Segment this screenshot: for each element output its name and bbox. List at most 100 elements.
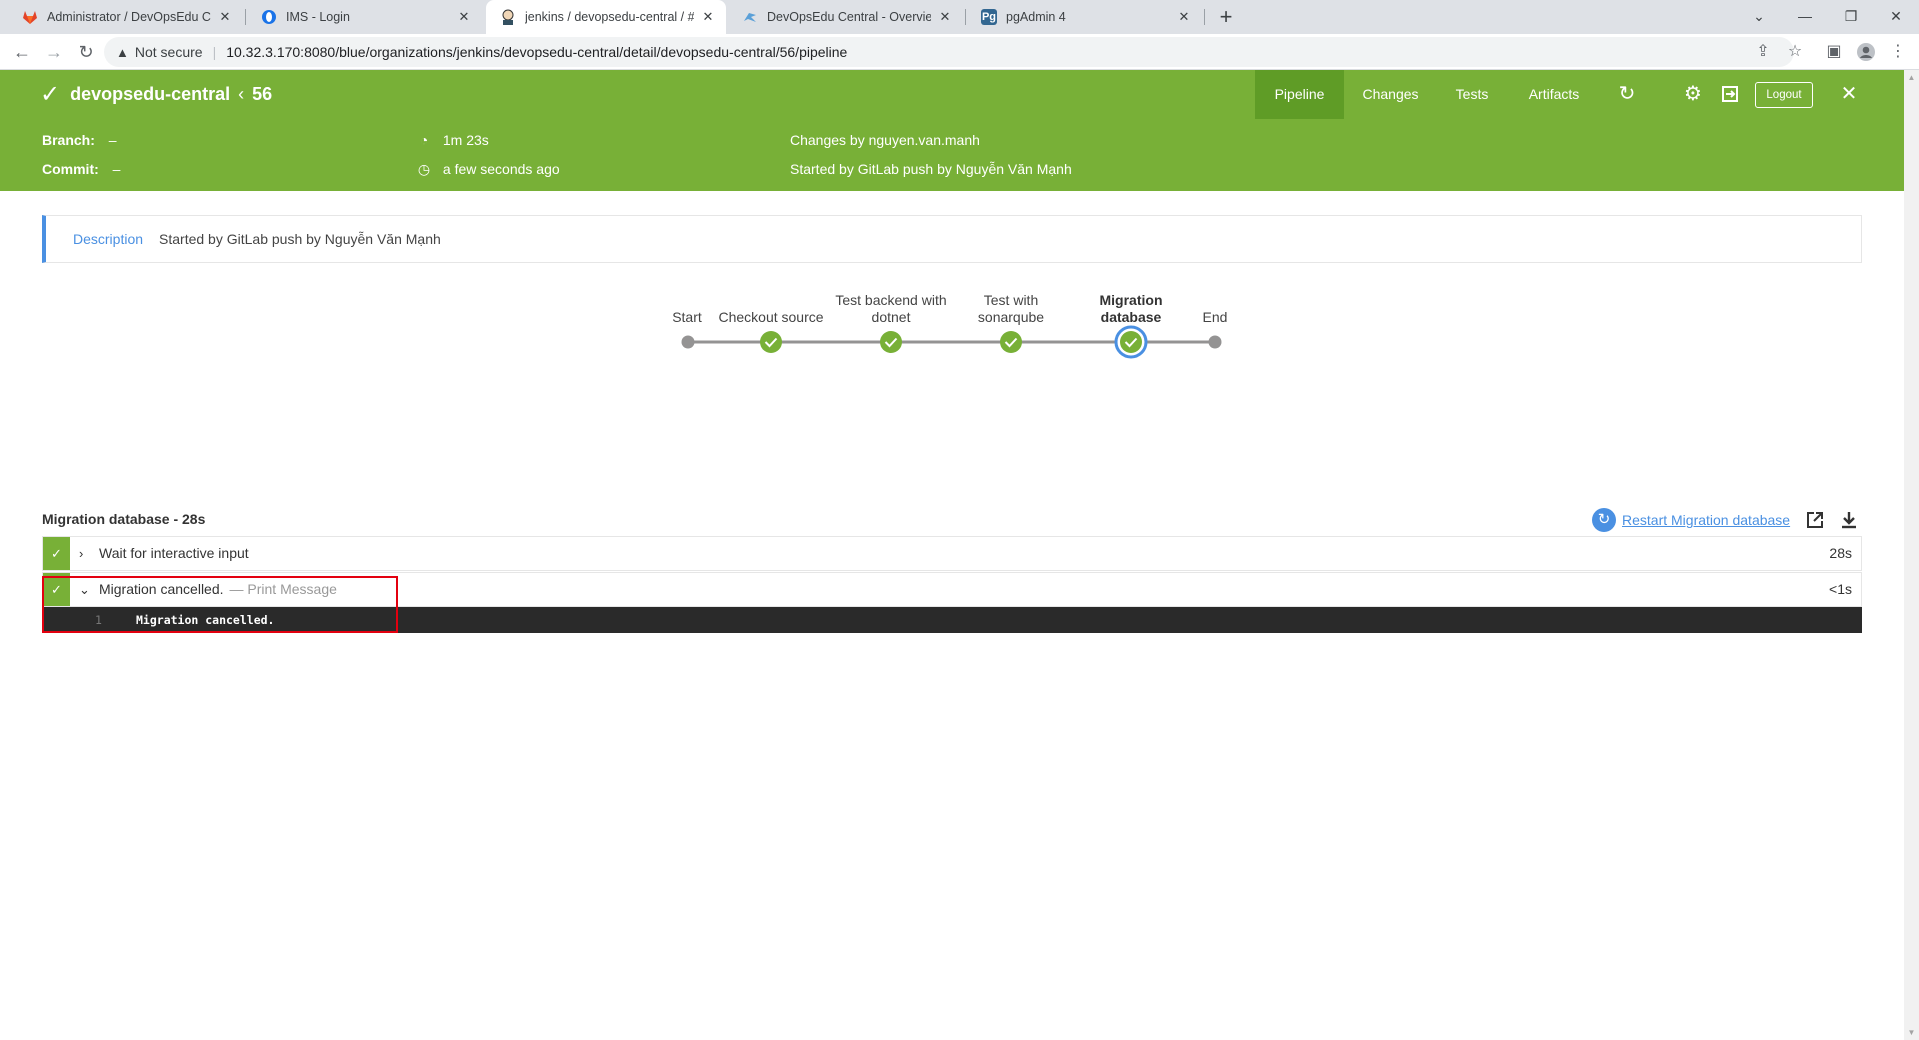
side-panel-icon[interactable]: ▣ (1820, 38, 1848, 66)
restore-icon[interactable]: ❐ (1828, 0, 1874, 34)
window-close-icon[interactable]: ✕ (1873, 0, 1919, 34)
commit-row: Commit: – (42, 161, 120, 177)
chevron-down-icon[interactable]: ⌄ (79, 573, 90, 606)
log-line-number[interactable]: 1 (95, 607, 102, 633)
share-icon[interactable]: ⇪ (1749, 38, 1777, 66)
started-row: ◷ a few seconds ago (417, 161, 560, 178)
steps-title: Migration database - 28s (42, 511, 206, 527)
stage-node-checkout[interactable] (760, 331, 782, 353)
scroll-up-icon[interactable]: ▲ (1904, 70, 1919, 85)
run-header: ✓ devopsedu-central ‹ 56 Pipeline Change… (0, 70, 1904, 119)
close-icon[interactable]: ✕ (1835, 70, 1863, 119)
commit-label: Commit: (42, 161, 99, 177)
pgadmin-icon: Pg (981, 9, 997, 25)
branch-value: – (108, 132, 117, 148)
chevron-right-icon[interactable]: › (79, 537, 83, 570)
tab-changes[interactable]: Changes (1354, 70, 1427, 119)
logout-button[interactable]: Logout (1755, 82, 1813, 108)
browser-tab-active[interactable]: jenkins / devopsedu-central / #56 ✕ (486, 0, 726, 34)
forward-icon[interactable]: → (40, 38, 68, 66)
started-by: Started by GitLab push by Nguyễn Văn Mạn… (790, 161, 1072, 177)
changes-by: Changes by nguyen.van.manh (790, 132, 980, 148)
azure-devops-icon (742, 9, 758, 25)
browser-toolbar: ← → ↻ ▲ Not secure | 10.32.3.170:8080/bl… (0, 34, 1919, 70)
ims-icon (261, 9, 277, 25)
clock-icon: ◷ (417, 161, 431, 177)
commit-value: – (112, 161, 121, 177)
address-bar[interactable]: ▲ Not secure | 10.32.3.170:8080/blue/org… (104, 37, 1794, 67)
breadcrumb-separator-icon: ‹ (238, 84, 245, 104)
stopwatch-icon: ◔ (419, 132, 429, 148)
close-icon[interactable]: ✕ (700, 9, 716, 25)
tab-tests[interactable]: Tests (1447, 70, 1497, 119)
description-text: Started by GitLab push by Nguyễn Văn Mạn… (159, 231, 441, 247)
gitlab-icon (22, 9, 38, 25)
rerun-icon[interactable]: ↻ (1613, 70, 1641, 119)
tab-title: DevOpsEdu Central - Overview - (767, 10, 931, 24)
step-row[interactable]: ✓ › Wait for interactive input 28s (42, 536, 1862, 571)
close-icon[interactable]: ✕ (1176, 9, 1192, 25)
description-panel: Description Started by GitLab push by Ng… (42, 215, 1862, 263)
restart-stage[interactable]: ↻ Restart Migration database (1592, 508, 1790, 532)
address-divider: | (212, 44, 217, 60)
jenkins-icon (500, 9, 516, 25)
back-icon[interactable]: ← (8, 38, 36, 66)
step-subtitle: — Print Message (229, 581, 337, 597)
project-name[interactable]: devopsedu-central (70, 84, 230, 105)
branch-row: Branch: – (42, 132, 117, 148)
restart-stage-link[interactable]: Restart Migration database (1622, 512, 1790, 528)
scroll-down-icon[interactable]: ▼ (1904, 1025, 1919, 1040)
step-row-expanded[interactable]: ✓ ⌄ Migration cancelled. — Print Message … (42, 572, 1862, 607)
stage-node-migration-selected[interactable] (1114, 325, 1148, 359)
tab-title: jenkins / devopsedu-central / #56 (525, 10, 694, 24)
warning-icon: ▲ (116, 44, 129, 60)
minimize-icon[interactable]: — (1782, 0, 1828, 34)
browser-menu-icon[interactable]: ⋮ (1884, 38, 1912, 66)
new-tab-button[interactable]: + (1212, 3, 1240, 31)
log-line-text: Migration cancelled. (136, 613, 275, 627)
stage-node-test-dotnet[interactable] (880, 331, 902, 353)
step-log: 1 Migration cancelled. (42, 607, 1862, 633)
success-check-icon: ✓ (40, 81, 61, 108)
browser-tab[interactable]: IMS - Login ✕ (247, 0, 482, 34)
browser-tab-strip: Administrator / DevOpsEdu Central ✕ IMS … (0, 0, 1919, 34)
browser-tab[interactable]: Pg pgAdmin 4 ✕ (967, 0, 1202, 34)
tab-divider (245, 9, 246, 25)
run-number: 56 (252, 84, 273, 104)
bookmark-star-icon[interactable]: ☆ (1781, 38, 1809, 66)
branch-label: Branch: (42, 132, 95, 148)
step-name: Migration cancelled. — Print Message (99, 573, 337, 606)
close-icon[interactable]: ✕ (456, 9, 472, 25)
close-icon[interactable]: ✕ (937, 9, 953, 25)
tab-divider (1204, 9, 1205, 25)
step-title: Wait for interactive input (99, 545, 249, 561)
download-icon[interactable] (1837, 508, 1861, 532)
close-icon[interactable]: ✕ (217, 9, 233, 25)
restart-icon[interactable]: ↻ (1592, 508, 1616, 532)
step-duration: 28s (1829, 545, 1852, 561)
pipeline-graph: Start Checkout source Test backend with … (0, 280, 1919, 380)
browser-tab[interactable]: Administrator / DevOpsEdu Central ✕ (8, 0, 243, 34)
security-status: Not secure (134, 44, 203, 60)
page-scrollbar[interactable]: ▲ ▼ (1904, 70, 1919, 1040)
tab-title: Administrator / DevOpsEdu Central (47, 10, 211, 24)
tab-artifacts[interactable]: Artifacts (1520, 70, 1588, 119)
step-success-icon: ✓ (43, 573, 70, 606)
reload-icon[interactable]: ↻ (72, 38, 100, 66)
exit-classic-icon[interactable] (1716, 70, 1744, 119)
gear-icon[interactable]: ⚙ (1679, 70, 1707, 119)
tab-pipeline[interactable]: Pipeline (1255, 70, 1344, 119)
pipeline-graph-svg (681, 325, 1222, 359)
profile-icon[interactable] (1852, 38, 1880, 66)
run-duration: 1m 23s (442, 132, 489, 148)
tab-search-icon[interactable]: ⌄ (1736, 0, 1782, 34)
browser-tab[interactable]: DevOpsEdu Central - Overview - ✕ (728, 0, 963, 34)
tab-title: IMS - Login (286, 10, 350, 24)
stage-node-sonarqube[interactable] (1000, 331, 1022, 353)
step-success-icon: ✓ (43, 537, 70, 570)
tab-title: pgAdmin 4 (1006, 10, 1066, 24)
step-duration: <1s (1829, 581, 1852, 597)
run-details: Branch: – Commit: – ◔ 1m 23s ◷ a few sec… (0, 119, 1904, 191)
duration-row: ◔ 1m 23s (417, 132, 489, 148)
open-external-icon[interactable] (1803, 508, 1827, 532)
